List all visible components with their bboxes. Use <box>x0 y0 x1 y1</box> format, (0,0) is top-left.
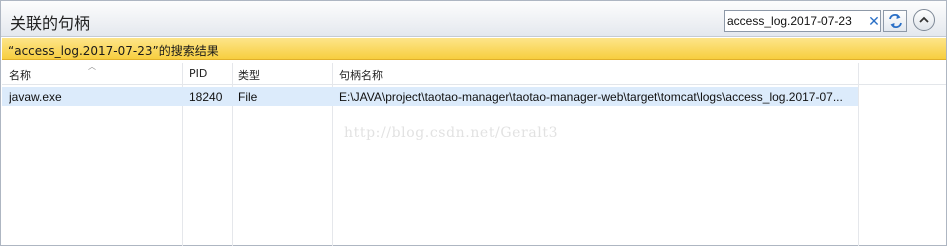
column-header-pid[interactable]: PID <box>189 67 207 80</box>
table-header: 名称 PID 类型 句柄名称 <box>2 63 946 85</box>
cell-process-name: javaw.exe <box>9 90 62 104</box>
table-row[interactable]: javaw.exe 18240 File E:\JAVA\project\tao… <box>2 87 858 106</box>
cell-type: File <box>238 90 258 104</box>
refresh-button[interactable] <box>883 10 907 32</box>
handles-table: 名称 PID 类型 句柄名称 javaw.exe 18240 File E:\J… <box>2 63 946 246</box>
watermark: http://blog.csdn.net/Geralt3 <box>344 125 559 141</box>
refresh-icon <box>889 14 902 28</box>
cell-handle-name: E:\JAVA\project\taotao-manager\taotao-ma… <box>339 90 843 104</box>
clear-search-icon[interactable]: ✕ <box>868 12 880 30</box>
search-result-bar: “access_log.2017-07-23”的搜索结果 <box>2 38 946 60</box>
column-header-handle-name[interactable]: 句柄名称 <box>339 67 383 83</box>
collapse-button[interactable] <box>913 9 935 31</box>
cell-pid: 18240 <box>189 90 223 104</box>
chevron-up-icon <box>919 16 929 23</box>
search-input[interactable] <box>727 12 865 30</box>
column-header-type[interactable]: 类型 <box>238 67 260 83</box>
panel-header: 关联的句柄 ✕ <box>1 1 946 37</box>
column-divider[interactable] <box>858 63 859 246</box>
handles-panel: 关联的句柄 ✕ “access_log.2017-07-23”的搜索结果 名称 … <box>0 0 947 246</box>
panel-title: 关联的句柄 <box>10 14 91 33</box>
search-box[interactable]: ✕ <box>724 10 881 32</box>
search-result-text: “access_log.2017-07-23”的搜索结果 <box>8 44 219 58</box>
sort-ascending-icon: ︿ <box>88 62 96 71</box>
column-header-name[interactable]: 名称 <box>9 67 31 83</box>
